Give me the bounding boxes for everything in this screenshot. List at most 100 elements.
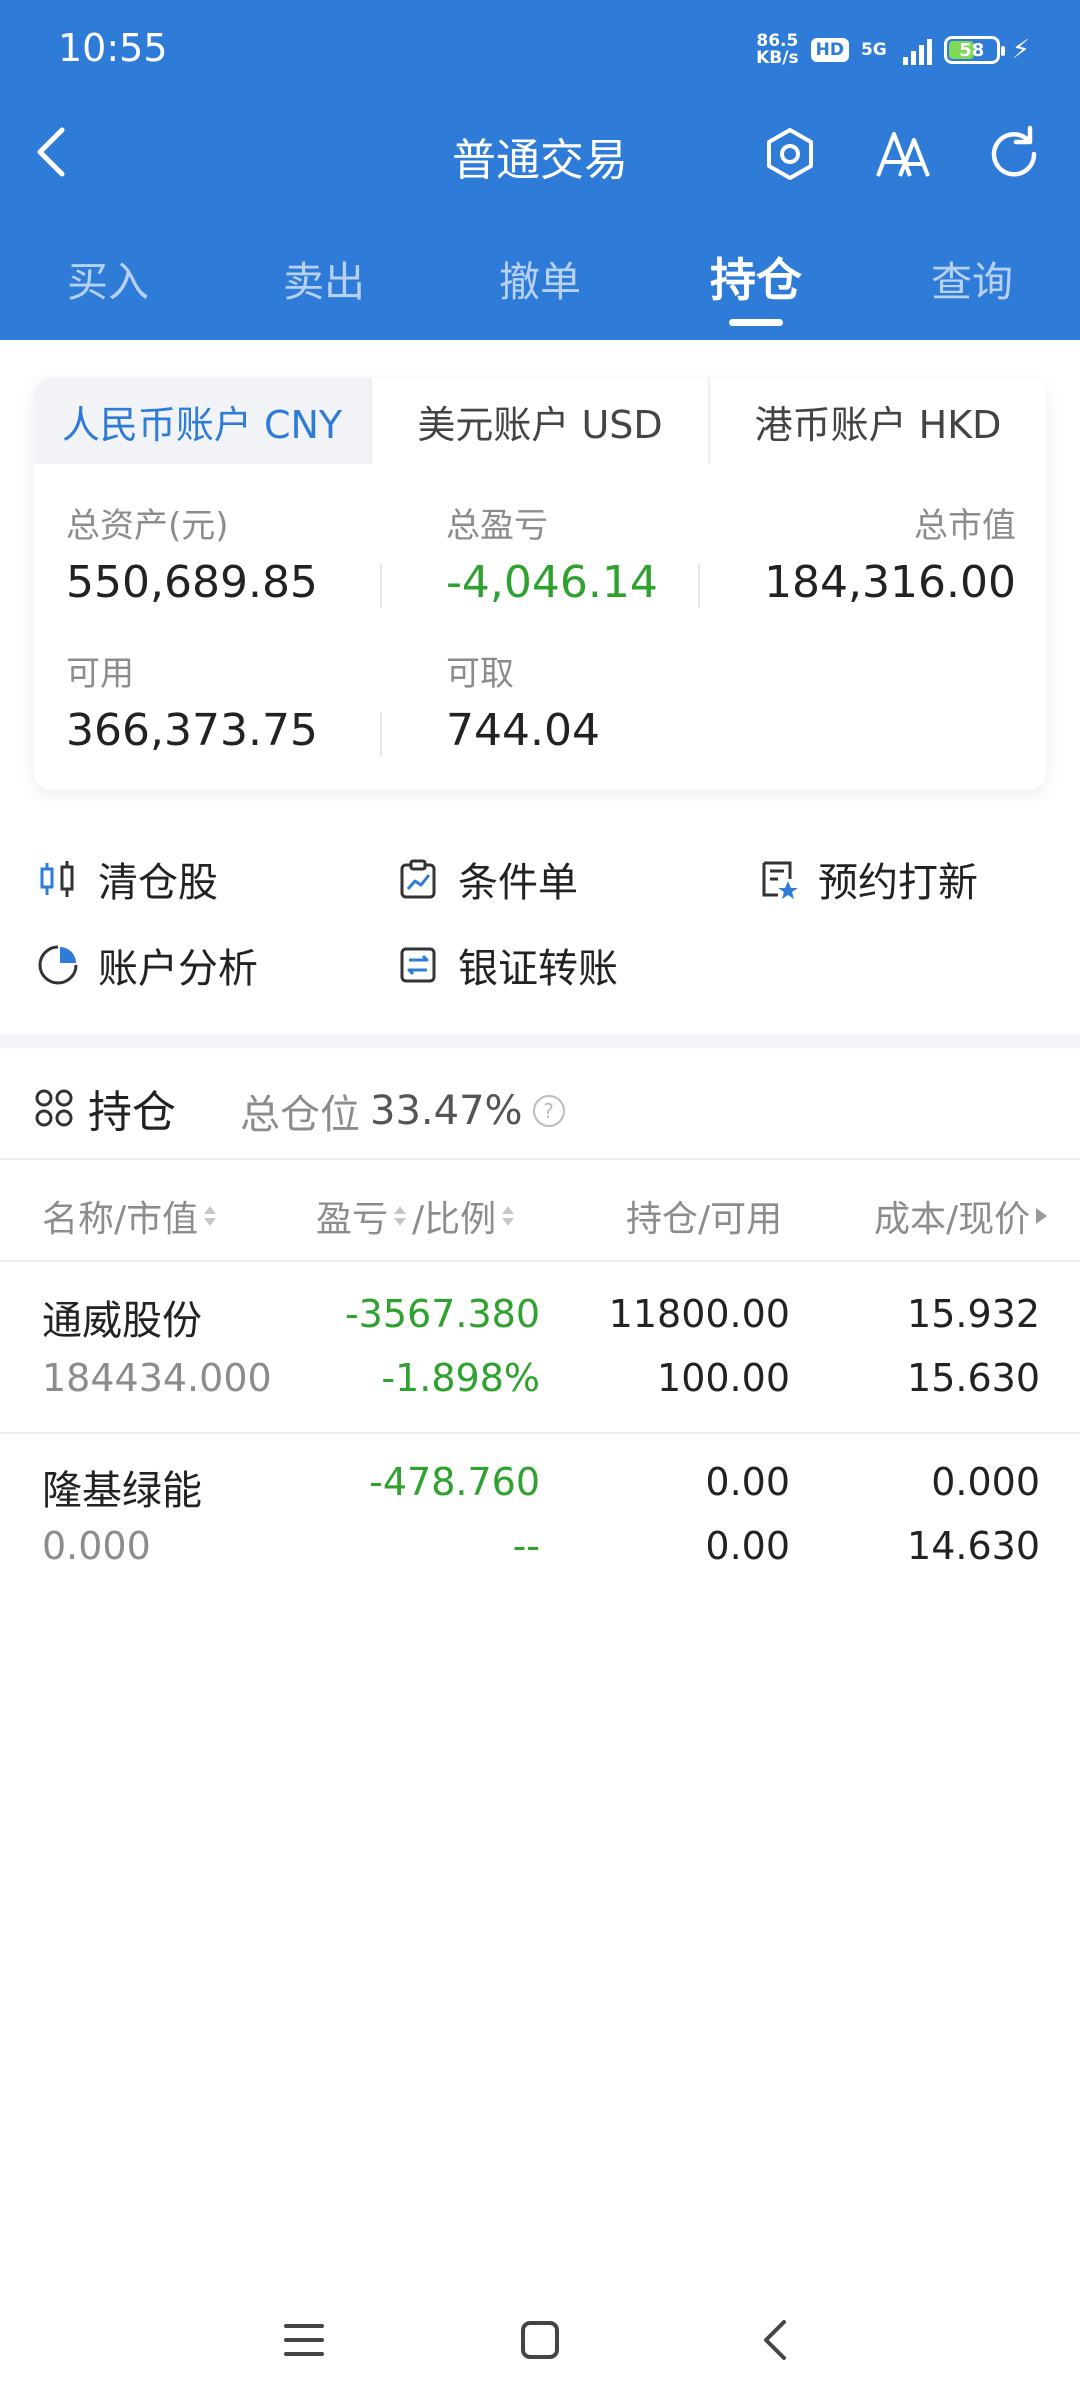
col-cost-price[interactable]: 成本/现价 (874, 1190, 1048, 1242)
system-back-button[interactable] (746, 2310, 806, 2370)
shortcut-label: 银证转账 (458, 946, 618, 992)
shortcut-grid: 清仓股 条件单 预约打新 账户分析 银证转账 (0, 836, 1080, 1036)
col-position[interactable]: 持仓/可用 (626, 1190, 782, 1242)
tab-buy[interactable]: 买入 (0, 230, 216, 330)
title-bar: 普通交易 (0, 110, 1080, 196)
sort-icon (394, 1206, 407, 1226)
available-value: 366,373.75 (66, 705, 318, 756)
status-time: 10:55 (58, 26, 168, 70)
holdings-title: 持仓 (34, 1076, 176, 1140)
grid-icon (35, 1089, 73, 1127)
holdings-title-label: 持仓 (88, 1087, 176, 1138)
col-label: /比例 (412, 1199, 497, 1240)
refresh-icon (991, 125, 1037, 177)
back-chevron-icon (764, 2320, 786, 2360)
tab-query[interactable]: 查询 (864, 230, 1080, 330)
stock-market-value: 0.000 (42, 1524, 151, 1568)
holdings-header: 持仓 总仓位 33.47% ? (0, 1048, 1080, 1160)
font-size-icon (876, 132, 930, 177)
tab-holdings[interactable]: 持仓 (648, 230, 864, 330)
stock-position: 0.00 (705, 1460, 790, 1504)
menu-icon (284, 2324, 324, 2356)
system-nav-bar (0, 2280, 1080, 2400)
col-label: 成本/现价 (874, 1199, 1031, 1240)
tab-cancel-order[interactable]: 撤单 (432, 230, 648, 330)
shortcut-conditional-order[interactable]: 条件单 (396, 850, 578, 908)
refresh-button[interactable] (984, 122, 1048, 186)
divider (380, 564, 382, 608)
scroll-right-icon (1036, 1208, 1048, 1224)
shortcut-label: 预约打新 (818, 860, 978, 906)
stock-position: 11800.00 (608, 1292, 790, 1336)
home-square-icon (521, 2321, 559, 2359)
total-assets-label: 总资产(元) (66, 506, 229, 546)
status-icons: 86.5 KB/s HD 5G 58 ⚡ (756, 28, 1030, 72)
stock-pnl-ratio: -- (512, 1524, 540, 1568)
transfer-icon (400, 947, 436, 983)
market-value: 总市值 184,316.00 (764, 498, 1016, 608)
sort-icon (204, 1206, 217, 1226)
reservation-star-icon (762, 861, 798, 899)
holdings-table-header: 名称/市值 盈亏 /比例 持仓/可用 成本/现价 (0, 1162, 1080, 1262)
network-speed: 86.5 KB/s (756, 33, 798, 67)
stock-market-value: 184434.000 (42, 1356, 272, 1400)
stock-cost: 15.932 (907, 1292, 1040, 1336)
market-value-label: 总市值 (914, 506, 1016, 546)
network-speed-unit: KB/s (756, 48, 799, 68)
font-size-button[interactable] (872, 122, 936, 186)
stock-pnl: -478.760 (369, 1460, 540, 1504)
battery-icon: 58 (943, 36, 1005, 64)
battery-level: 58 (959, 39, 985, 61)
stock-name: 隆基绿能 (42, 1468, 202, 1514)
stock-available: 100.00 (657, 1356, 790, 1400)
app-header: 10:55 86.5 KB/s HD 5G 58 ⚡ 普通交易 买入 卖出 撤单… (0, 0, 1080, 340)
col-label: 盈亏 (316, 1199, 389, 1240)
tab-sell[interactable]: 卖出 (216, 230, 432, 330)
col-pnl[interactable]: 盈亏 /比例 (316, 1190, 515, 1242)
tab-account-cny[interactable]: 人民币账户 CNY (34, 378, 370, 464)
total-pnl-label: 总盈亏 (446, 506, 548, 546)
stock-available: 0.00 (705, 1524, 790, 1568)
position-ratio-label: 总仓位 (240, 1092, 360, 1138)
settings-hexagon-icon (767, 128, 813, 180)
table-row[interactable]: 通威股份 184434.000 -3567.380 -1.898% 11800.… (0, 1262, 1080, 1434)
col-name-value[interactable]: 名称/市值 (42, 1190, 217, 1242)
stock-cost: 0.000 (931, 1460, 1040, 1504)
shortcut-ipo-reservation[interactable]: 预约打新 (756, 850, 978, 908)
stock-price: 14.630 (907, 1524, 1040, 1568)
withdrawable-value: 744.04 (446, 705, 600, 756)
home-button[interactable] (510, 2310, 570, 2370)
shortcut-label: 清仓股 (98, 860, 218, 906)
withdrawable-label: 可取 (446, 654, 514, 694)
total-pnl: 总盈亏 -4,046.14 (446, 498, 658, 608)
shortcut-account-analysis[interactable]: 账户分析 (36, 936, 258, 994)
account-summary-card: 人民币账户 CNY 美元账户 USD 港币账户 HKD 总资产(元) 550,6… (34, 378, 1046, 790)
divider (380, 712, 382, 756)
tab-account-hkd[interactable]: 港币账户 HKD (708, 378, 1046, 464)
total-pnl-value: -4,046.14 (446, 557, 658, 608)
available-funds: 可用 366,373.75 (66, 646, 318, 756)
shortcut-label: 条件单 (458, 860, 578, 906)
clipboard-chart-icon (400, 859, 436, 899)
help-icon[interactable]: ? (532, 1095, 565, 1127)
position-ratio-value: 33.47% (370, 1088, 523, 1134)
stock-pnl: -3567.380 (344, 1292, 540, 1336)
sort-icon (502, 1206, 515, 1226)
table-row[interactable]: 隆基绿能 0.000 -478.760 -- 0.00 0.00 0.000 1… (0, 1434, 1080, 1604)
stock-pnl-ratio: -1.898% (381, 1356, 540, 1400)
pie-chart-icon (38, 945, 78, 985)
shortcut-clear-position[interactable]: 清仓股 (36, 850, 218, 908)
shortcut-bank-transfer[interactable]: 银证转账 (396, 936, 618, 994)
settings-button[interactable] (758, 122, 822, 186)
signal-icon (902, 35, 932, 65)
candlestick-icon (40, 861, 74, 897)
tab-account-usd[interactable]: 美元账户 USD (370, 378, 708, 464)
network-type-label: 5G (860, 40, 887, 60)
menu-button[interactable] (274, 2310, 334, 2370)
trade-tabs: 买入 卖出 撤单 持仓 查询 (0, 230, 1080, 330)
account-stats: 总资产(元) 550,689.85 总盈亏 -4,046.14 总市值 184,… (34, 464, 1046, 790)
stock-name: 通威股份 (42, 1298, 202, 1344)
market-value-value: 184,316.00 (764, 557, 1016, 608)
position-ratio: 总仓位 33.47% ? (240, 1082, 565, 1140)
available-label: 可用 (66, 654, 134, 694)
